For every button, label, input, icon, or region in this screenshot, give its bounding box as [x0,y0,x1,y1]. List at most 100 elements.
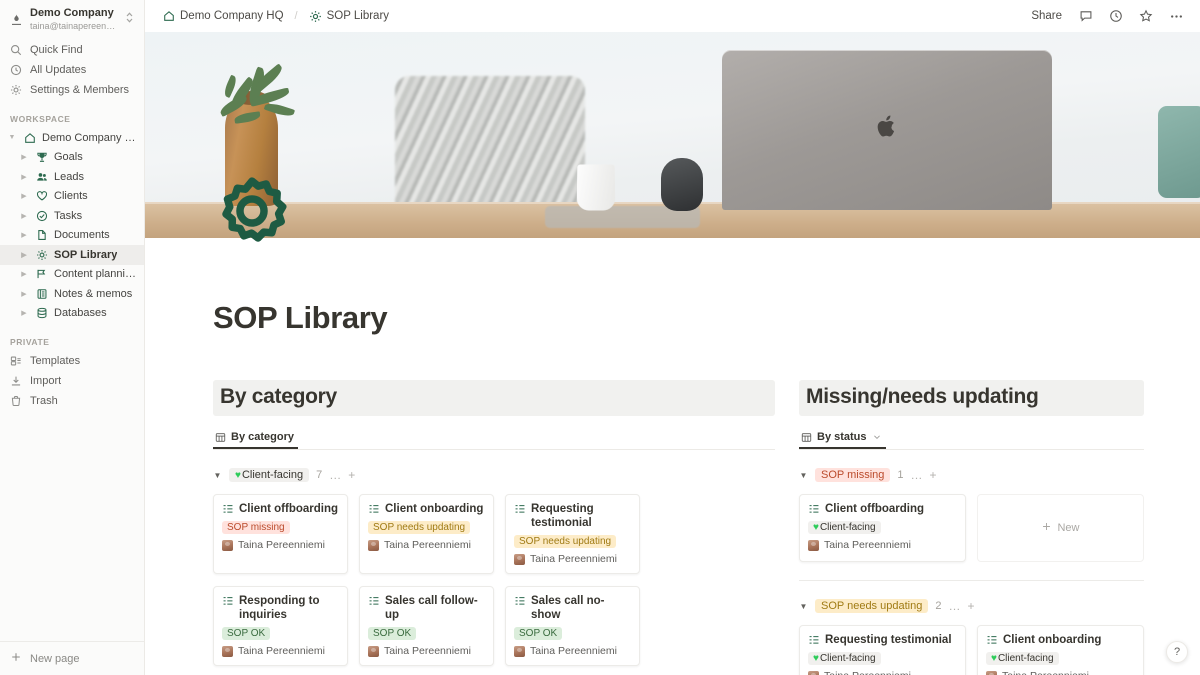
card-title-row: Client offboarding [808,502,957,516]
breadcrumb-item-demo-company-hq[interactable]: Demo Company HQ [159,8,288,24]
new-card-button[interactable]: New [977,494,1144,562]
group-pill-sop-missing[interactable]: SOP missing [815,468,891,482]
chevron-updown-icon[interactable] [125,11,136,29]
group-pill-sop-needs-updating[interactable]: SOP needs updating [815,599,929,613]
group-header: ▼ ♥ Client-facing 7 … + [213,465,775,485]
view-tabs-left: By category [213,426,775,450]
card-sales-call-follow-up[interactable]: Sales call follow-up SOP OK Taina Pereen… [359,586,494,666]
card-title-row: Sales call no-show [514,594,631,622]
sidebar-item-templates[interactable]: Templates [0,351,144,371]
triangle-right-icon[interactable]: ▶ [18,212,30,220]
triangle-right-icon[interactable]: ▶ [18,270,30,278]
person-name: Taina Pereenniemi [384,645,471,657]
add-card-icon[interactable]: + [348,469,355,481]
view-tabs-right: By status [799,426,1144,450]
clock-icon[interactable] [1104,5,1128,27]
more-horizontal-icon[interactable]: … [329,469,341,481]
plus-icon [1041,521,1052,535]
sidebar-item-tasks[interactable]: ▶ Tasks [0,206,144,226]
workspace-switcher[interactable]: Demo Company taina@tainapereennie… [0,0,144,38]
triangle-right-icon[interactable]: ▶ [18,153,30,161]
card-title-row: Sales call follow-up [368,594,485,622]
tab-by-status[interactable]: By status [799,426,886,449]
sidebar-item-databases[interactable]: ▶ Databases [0,304,144,324]
card-person: Taina Pereenniemi [368,539,485,551]
sidebar-item-clients[interactable]: ▶ Clients [0,187,144,207]
sidebar-item-content-planning[interactable]: ▶ Content planni… [0,265,144,285]
card-client-offboarding[interactable]: Client offboarding ♥ Client-facing Taina … [799,494,966,562]
status-badge: SOP missing [222,521,290,534]
triangle-down-icon[interactable]: ▼ [213,471,222,480]
group-count: 1 [897,469,904,481]
card-client-offboarding[interactable]: Client offboarding SOP missing Taina Per… [213,494,348,574]
sidebar-item-demo-company-hq[interactable]: ▼ Demo Company HQ [0,128,144,148]
more-horizontal-icon[interactable]: … [911,469,923,481]
sidebar-item-label: Import [30,375,62,387]
card-requesting-testimonial[interactable]: Requesting testimonial SOP needs updatin… [505,494,640,574]
group-sop-needs-updating: ▼ SOP needs updating 2 … + Requesting te… [799,596,1144,675]
chevron-down-icon[interactable] [872,432,882,442]
card-responding-to-inquiries[interactable]: Responding to inquiries SOP OK Taina Per… [213,586,348,666]
table-icon [215,432,226,443]
person-name: Taina Pereenniemi [238,645,325,657]
sidebar-item-documents[interactable]: ▶ Documents [0,226,144,246]
heart-icon [35,190,49,202]
card-title: Client offboarding [239,503,339,515]
heart-green-icon: ♥ [991,653,997,664]
group-pill-client-facing[interactable]: ♥ Client-facing [229,468,310,482]
share-button[interactable]: Share [1025,7,1068,25]
sidebar-item-settings-members[interactable]: Settings & Members [0,80,144,100]
card-title-row: Responding to inquiries [222,594,339,622]
page-gear-icon[interactable] [213,172,291,250]
sidebar-item-trash[interactable]: Trash [0,391,144,411]
card-title: Client offboarding [825,503,925,515]
group-sop-missing: ▼ SOP missing 1 … + Client offboarding ♥… [799,465,1144,581]
sidebar-item-sop-library[interactable]: ▶ SOP Library [0,245,144,265]
new-card-label: New [1057,522,1080,534]
star-icon[interactable] [1134,5,1158,27]
sidebar-item-leads[interactable]: ▶ Leads [0,167,144,187]
sidebar-item-quick-find[interactable]: Quick Find [0,40,144,60]
triangle-down-icon[interactable]: ▼ [799,602,808,611]
card-person: Taina Pereenniemi [514,553,631,565]
card-sales-call-no-show[interactable]: Sales call no-show SOP OK Taina Pereenni… [505,586,640,666]
add-card-icon[interactable]: + [930,469,937,481]
avatar [986,670,997,675]
status-badge: SOP OK [222,627,271,640]
people-icon [35,171,49,183]
breadcrumb-item-sop-library[interactable]: SOP Library [305,8,393,25]
triangle-down-icon[interactable]: ▼ [6,134,18,141]
sidebar-item-label: Quick Find [30,44,83,56]
sidebar-item-goals[interactable]: ▶ Goals [0,148,144,168]
triangle-right-icon[interactable]: ▶ [18,251,30,259]
home-icon [163,10,175,22]
card-requesting-testimonial[interactable]: Requesting testimonial ♥Client-facing Ta… [799,625,966,675]
help-button[interactable]: ? [1166,641,1188,663]
card-client-onboarding[interactable]: Client onboarding SOP needs updating Tai… [359,494,494,574]
new-page-button[interactable]: New page [0,641,144,675]
triangle-right-icon[interactable]: ▶ [18,192,30,200]
card-title: Requesting testimonial [531,503,594,529]
card-person: Taina Pereenniemi [222,645,339,657]
triangle-right-icon[interactable]: ▶ [18,173,30,181]
tab-by-category[interactable]: By category [213,426,298,449]
sidebar: Demo Company taina@tainapereennie… Quick… [0,0,145,675]
sidebar-item-import[interactable]: Import [0,371,144,391]
cover-cup [576,164,616,211]
sidebar-item-all-updates[interactable]: All Updates [0,60,144,80]
comment-icon[interactable] [1074,5,1098,27]
card-title-row: Requesting testimonial [808,633,957,647]
triangle-right-icon[interactable]: ▶ [18,231,30,239]
heart-green-icon: ♥ [813,522,819,533]
list-db-icon [368,503,380,515]
more-horizontal-icon[interactable]: … [948,600,960,612]
more-horizontal-icon[interactable] [1164,5,1188,27]
card-client-onboarding[interactable]: Client onboarding ♥Client-facing Taina P… [977,625,1144,675]
triangle-right-icon[interactable]: ▶ [18,309,30,317]
add-card-icon[interactable]: + [967,600,974,612]
triangle-down-icon[interactable]: ▼ [799,471,808,480]
sidebar-item-notes-memos[interactable]: ▶ Notes & memos [0,284,144,304]
triangle-right-icon[interactable]: ▶ [18,290,30,298]
gear-icon [9,84,22,96]
